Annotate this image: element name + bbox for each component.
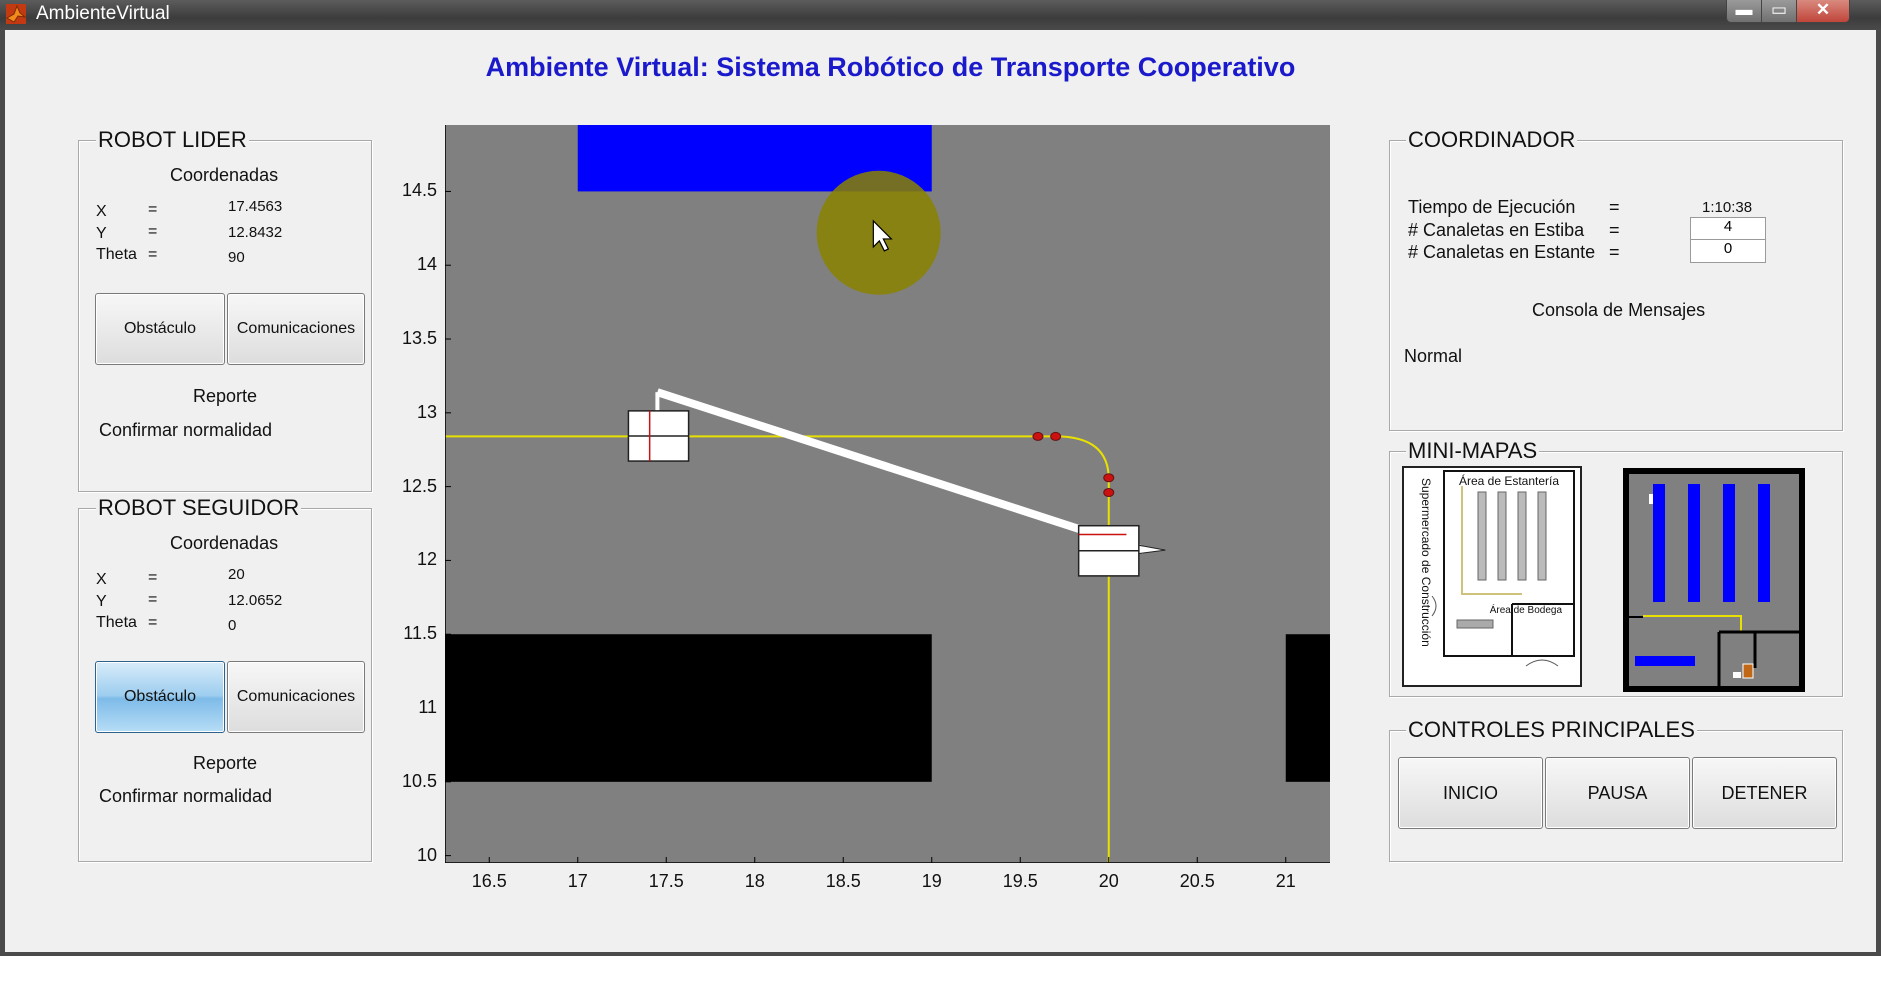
x-tick-label: 18 [744,871,765,891]
exec-time-eq: = [1609,197,1620,217]
seguidor-theta-value: 0 [228,617,237,634]
seguidor-theta-label: Theta [96,614,137,631]
pause-button[interactable]: PAUSA [1545,757,1690,829]
waypoint-marker [1103,488,1115,498]
close-button[interactable]: ✕ [1796,0,1850,23]
controles-title: CONTROLES PRINCIPALES [1406,717,1697,743]
window-frame-bottom [0,952,1881,956]
lider-x-value: 17.4563 [228,198,283,215]
y-tick-label: 11.5 [403,623,437,644]
lider-coords-label: Coordenadas [170,165,279,185]
obstacle-block-left [445,634,932,782]
simulation-plot[interactable] [444,125,1330,864]
y-tick-label: 12 [416,549,437,570]
stop-button[interactable]: DETENER [1692,757,1837,829]
window-titlebar[interactable]: AmbienteVirtual ▬ ▭ ✕ [0,0,1881,30]
obstacle-block-right [1285,634,1330,782]
seguidor-obstacle-button[interactable]: Obstáculo [95,661,225,733]
seguidor-x-label: X [96,571,107,588]
coordinador-panel [1389,140,1843,431]
window-frame-right [1876,30,1881,955]
x-tick-label: 18.5 [825,871,861,891]
x-tick-label: 20 [1098,871,1119,891]
lider-theta-label: Theta [96,246,137,263]
seguidor-report-text: Confirmar normalidad [99,786,273,806]
seguidor-report-label: Reporte [193,753,258,773]
seguidor-x-eq: = [148,569,158,586]
x-tick-label: 20.5 [1179,871,1215,891]
maximize-button[interactable]: ▭ [1761,0,1797,23]
y-tick-label: 13.5 [401,328,437,349]
x-tick-label: 19.5 [1002,871,1038,891]
console-message: Normal [1404,346,1463,366]
x-tick-label: 17.5 [648,871,684,891]
y-tick-label: 10 [416,844,437,865]
minimap-area-shelves: Área de Estantería [1459,473,1559,488]
robot-seguidor-title: ROBOT SEGUIDOR [96,495,302,521]
lider-report-text: Confirmar normalidad [99,420,273,440]
stack-count-label: # Canaletas en Estiba [1408,220,1585,240]
minimap-side-label: Supermercado de Construcción [1419,478,1433,647]
seguidor-theta-eq: = [148,614,158,631]
x-tick-label: 17 [567,871,588,891]
robot-lider-title: ROBOT LIDER [96,127,249,153]
live-minimap [1623,468,1805,692]
seguidor-y-eq: = [148,591,158,608]
page-title: Ambiente Virtual: Sistema Robótico de Tr… [485,52,1296,82]
lider-y-label: Y [96,225,107,242]
seguidor-communications-button[interactable]: Comunicaciones [227,661,365,733]
shelf-count-field[interactable]: 0 [1690,239,1766,263]
lider-report-label: Reporte [193,386,258,406]
y-tick-label: 11 [418,697,437,718]
lider-y-eq: = [148,223,158,240]
lider-theta-eq: = [148,246,158,263]
seguidor-y-value: 12.0652 [228,592,283,609]
exec-time-value: 1:10:38 [1702,199,1753,216]
window-title: AmbienteVirtual [36,3,170,24]
waypoint-marker [1050,431,1062,441]
stack-count-eq: = [1609,220,1620,240]
waypoint-marker [1032,431,1044,441]
console-label: Consola de Mensajes [1532,300,1706,320]
minimize-button[interactable]: ▬ [1726,0,1762,23]
coordinador-title: COORDINADOR [1406,127,1578,153]
lider-obstacle-button[interactable]: Obstáculo [95,293,225,365]
x-tick-label: 16.5 [471,871,507,891]
y-tick-label: 14.5 [401,180,437,201]
x-tick-label: 19 [921,871,942,891]
shelf-count-eq: = [1609,242,1620,262]
simulation-plot-canvas[interactable] [444,125,1330,864]
y-tick-label: 12.5 [401,475,437,496]
y-tick-label: 14 [416,254,437,275]
stack-count-field[interactable]: 4 [1690,217,1766,241]
start-button[interactable]: INICIO [1398,757,1543,829]
matlab-app-icon [6,4,26,24]
seguidor-coords-label: Coordenadas [170,533,279,553]
y-tick-label: 13 [416,401,437,422]
exec-time-label: Tiempo de Ejecución [1408,197,1576,217]
minimap-area-warehouse: Área de Bodega [1490,603,1563,616]
seguidor-y-label: Y [96,593,107,610]
lider-y-value: 12.8432 [228,224,283,241]
mini-mapas-title: MINI-MAPAS [1406,438,1540,464]
lider-communications-button[interactable]: Comunicaciones [227,293,365,365]
waypoint-marker [1103,473,1115,483]
shelf-count-label: # Canaletas en Estante [1408,242,1596,262]
y-tick-label: 10.5 [401,770,437,791]
lider-x-label: X [96,203,107,220]
x-tick-label: 21 [1275,871,1296,891]
floorplan-minimap: Área de Estantería Área de Bodega Superm… [1402,466,1582,687]
lider-x-eq: = [148,201,158,218]
seguidor-x-value: 20 [228,566,245,583]
lider-theta-value: 90 [228,249,245,266]
